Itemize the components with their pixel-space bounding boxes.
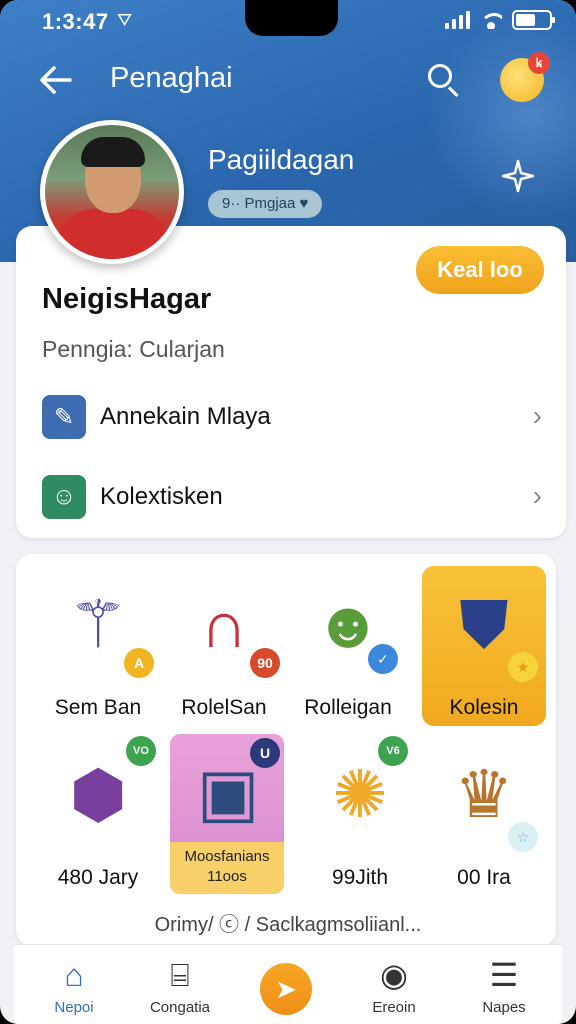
menu-icon: ☰: [489, 957, 519, 993]
profile-card: Keal loo NeigisHagar Penngia: Cularjan ✎…: [16, 226, 566, 538]
app-screen: 1:3:47 ⛛ Penaghai ꝃ Pagiildagan 9·· Pmgj…: [0, 0, 576, 1024]
status-icons: [445, 10, 555, 30]
account-avatar-button[interactable]: ꝃ: [500, 52, 550, 102]
nav-label: Napes: [482, 999, 526, 1016]
menu-row-collection[interactable]: ☺ Kolextisken ›: [42, 472, 542, 522]
item-badge: V6: [378, 736, 408, 766]
bag-icon: ⌸: [170, 957, 190, 993]
nav-bag[interactable]: ⌸ Congatia: [130, 957, 230, 1016]
rank-pill[interactable]: 9·· Pmgjaa ♥: [208, 190, 323, 218]
item-label: 00 Ira: [457, 866, 511, 889]
nav-menu[interactable]: ☰ Napes: [454, 957, 554, 1016]
battery-icon: [512, 10, 555, 30]
profile-subtitle: Penngia: Cularjan: [42, 336, 225, 362]
chevron-right-icon: ›: [532, 480, 542, 511]
menu-row-label: Annekain Mlaya: [100, 403, 271, 430]
collection-item[interactable]: ▣ U Moosfanians 11oos: [166, 734, 290, 894]
status-time: 1:3:47: [42, 9, 109, 34]
nav-explore[interactable]: ◉ Ereoin: [344, 957, 444, 1016]
notification-badge: ꝃ: [528, 52, 550, 74]
page-title: Penaghai: [110, 62, 233, 94]
collection-item[interactable]: ☻ ✓ Rolleigan: [286, 566, 410, 726]
wifi-icon: [480, 11, 502, 29]
item-badge: ☆: [508, 822, 538, 852]
item-label: RolelSan: [181, 696, 267, 719]
item-badge: ★: [508, 652, 538, 682]
nav-home[interactable]: ⌂ Nepoi: [24, 957, 124, 1016]
menu-row-label: Kolextisken: [100, 483, 223, 510]
item-label: Rolleigan: [304, 696, 392, 719]
item-badge: 90: [250, 648, 280, 678]
username: NeigisHagar: [42, 283, 212, 315]
profile-avatar[interactable]: [40, 120, 184, 264]
sparkle-icon[interactable]: [500, 158, 536, 200]
follow-button[interactable]: Keal loo: [416, 246, 544, 294]
item-label: Sem Ban: [54, 696, 142, 719]
nav-label: Congatia: [149, 999, 211, 1016]
chevron-right-icon: ›: [532, 400, 542, 431]
collection-item-selected[interactable]: ⛊ ★ Kolesin: [422, 566, 546, 726]
item-caption: Moosfanians 11oos: [170, 842, 284, 894]
signal-icon: [445, 11, 470, 29]
item-label: 480 Jary: [57, 866, 139, 889]
collection-item[interactable]: ⚚ A Sem Ban: [36, 566, 160, 726]
brush-shield-icon: ✎: [42, 395, 86, 439]
collection-footer-text: Orimy/ ⓒ / Saclkagmsoliianl...: [154, 914, 422, 936]
item-sublabel: 11oos: [207, 868, 247, 885]
item-badge: ✓: [368, 644, 398, 674]
nav-label: Ereoin: [372, 999, 416, 1016]
compass-icon: ◉: [380, 957, 408, 993]
camera-notch: [245, 0, 338, 36]
search-icon[interactable]: [426, 62, 462, 98]
collection-grid: ⚚ A Sem Ban ∩ 90 RolelSan ☻ ✓ Rolleigan …: [16, 554, 556, 946]
nav-label: Nepoi: [54, 999, 94, 1016]
menu-row-achievements[interactable]: ✎ Annekain Mlaya ›: [42, 392, 542, 442]
back-arrow-icon[interactable]: [36, 60, 76, 100]
paper-plane-icon[interactable]: ➤: [260, 963, 312, 1015]
spell-book-icon: ▣: [196, 755, 260, 829]
item-badge: VO: [126, 736, 156, 766]
collection-item[interactable]: ✺ V6 99Jith: [298, 736, 422, 896]
collection-item[interactable]: ∩ 90 RolelSan: [162, 566, 286, 726]
item-badge: A: [124, 648, 154, 678]
home-icon: ⌂: [64, 957, 84, 993]
display-name: Pagiildagan: [208, 144, 355, 175]
location-icon: ⛛: [117, 10, 133, 30]
character-portrait-icon: ☺: [42, 475, 86, 519]
item-label: Kolesin: [449, 696, 519, 719]
bottom-nav: ⌂ Nepoi ⌸ Congatia ➤ ◉ Ereoin ☰ Napes: [14, 944, 562, 1024]
item-label: 99Jith: [331, 866, 389, 889]
collection-item[interactable]: ♛ ☆ 00 Ira: [422, 736, 546, 896]
collection-item[interactable]: ⬢ VO 480 Jary: [36, 736, 160, 896]
item-label: Moosfanians: [184, 848, 270, 865]
